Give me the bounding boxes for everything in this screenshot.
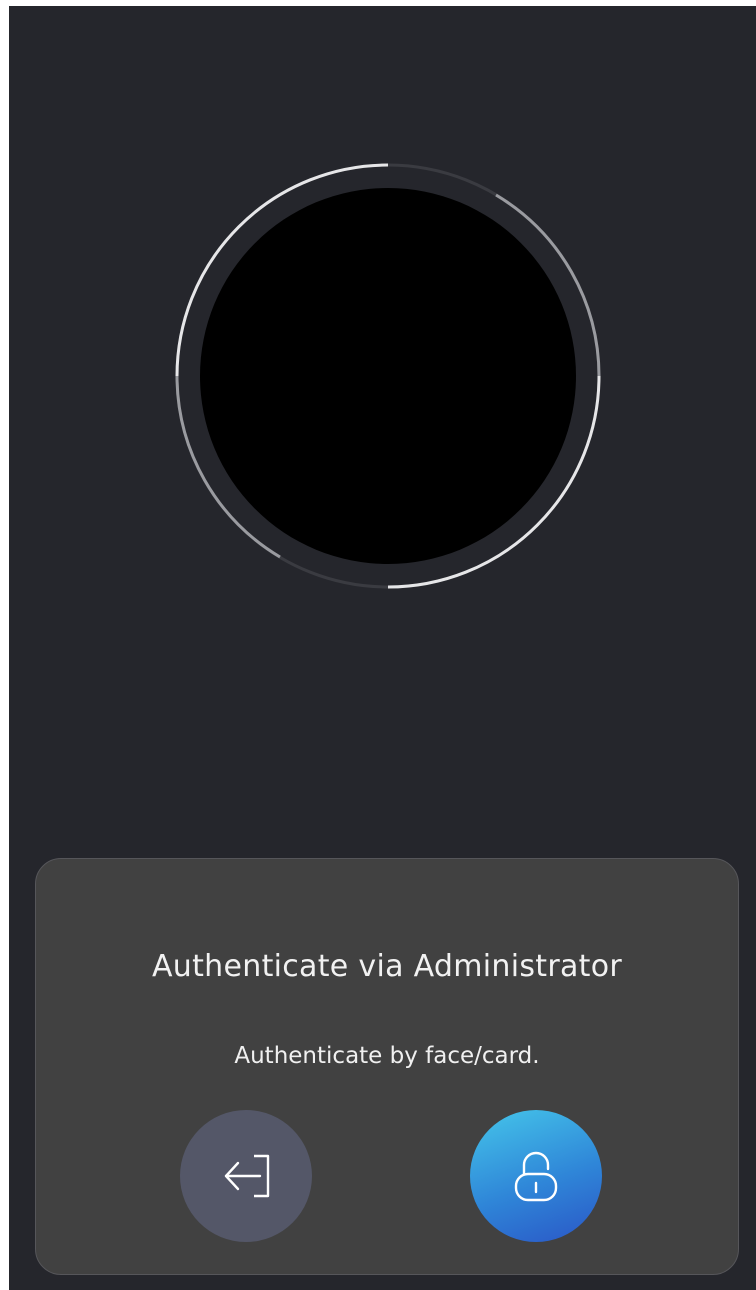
exit-button[interactable] — [180, 1110, 312, 1242]
unlock-button[interactable] — [470, 1110, 602, 1242]
auth-dialog: Authenticate via Administrator Authentic… — [35, 858, 739, 1275]
auth-screen: Authenticate via Administrator Authentic… — [9, 6, 756, 1290]
unlock-icon — [514, 1151, 558, 1202]
camera-preview — [200, 188, 576, 564]
face-capture-frame — [175, 163, 601, 589]
dialog-subtitle: Authenticate by face/card. — [234, 1043, 540, 1069]
exit-arrow-icon — [224, 1154, 270, 1198]
dialog-title: Authenticate via Administrator — [151, 949, 623, 984]
